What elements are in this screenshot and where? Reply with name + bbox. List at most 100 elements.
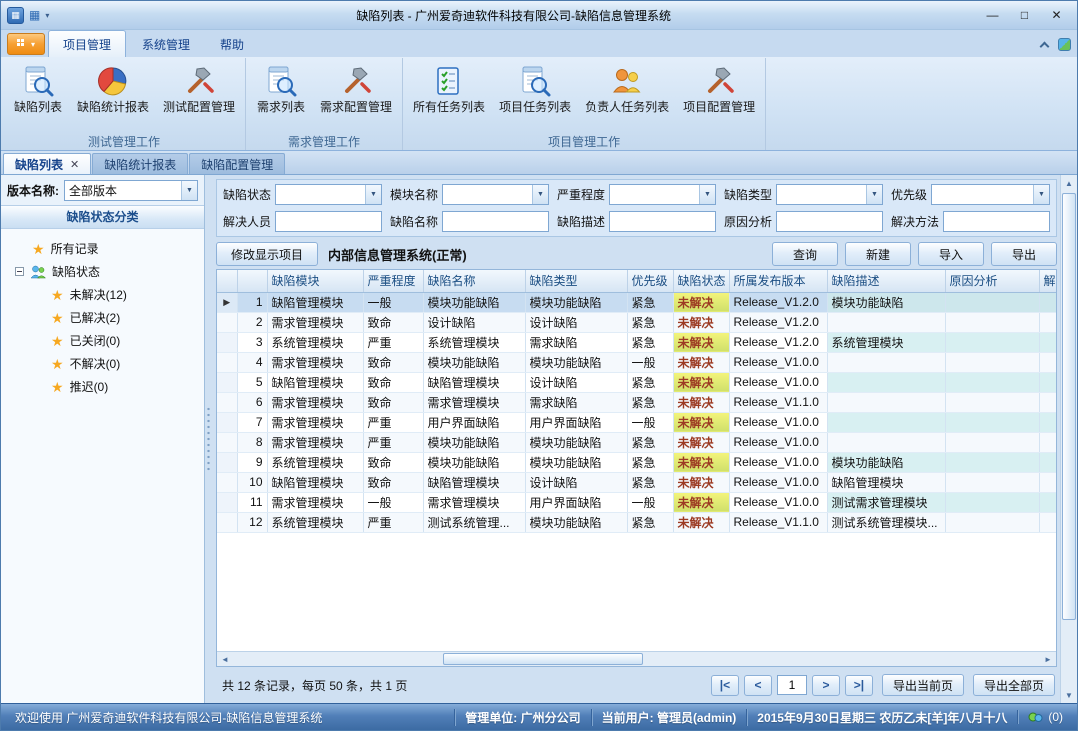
table-row[interactable]: 5缺陷管理模块致命缺陷管理模块设计缺陷紧急未解决Release_V1.0.0 (217, 372, 1056, 392)
chevron-down-icon[interactable]: ▼ (181, 181, 197, 200)
filter-field[interactable] (777, 213, 882, 230)
chevron-down-icon[interactable]: ▼ (532, 185, 548, 204)
collapse-ribbon-icon[interactable] (1040, 42, 1050, 52)
filter-combo-r1-5[interactable]: ▼ (931, 184, 1050, 205)
filter-field[interactable] (443, 186, 532, 203)
filter-field[interactable] (610, 186, 699, 203)
maximize-button[interactable]: □ (1010, 5, 1039, 26)
ribbon-button-2-1[interactable]: 需求列表 (250, 62, 312, 116)
hscroll-thumb[interactable] (443, 653, 643, 665)
next-page-button[interactable]: > (812, 675, 840, 696)
ribbon-button-3-1[interactable]: 所有任务列表 (407, 62, 491, 116)
filter-input-r2-2[interactable] (442, 211, 549, 232)
table-row[interactable]: 10缺陷管理模块致命缺陷管理模块设计缺陷紧急未解决Release_V1.0.0缺… (217, 472, 1056, 492)
filter-field[interactable] (944, 213, 1049, 230)
filter-field[interactable] (610, 213, 715, 230)
ribbon-tab-1[interactable]: 项目管理 (48, 30, 126, 57)
tree-item-4[interactable]: ★已解决(2) (51, 306, 200, 329)
prev-page-button[interactable]: < (744, 675, 772, 696)
horizontal-scrollbar[interactable]: ◄ ► (217, 651, 1056, 666)
table-row[interactable]: 9系统管理模块致命模块功能缺陷模块功能缺陷紧急未解决Release_V1.0.0… (217, 452, 1056, 472)
new-button[interactable]: 新建 (845, 242, 911, 266)
chevron-down-icon[interactable]: ▼ (699, 185, 715, 204)
vertical-scrollbar[interactable]: ▲ ▼ (1060, 175, 1077, 703)
filter-input-r2-5[interactable] (943, 211, 1050, 232)
column-header-3[interactable]: 缺陷名称 (423, 270, 525, 292)
column-header-9[interactable]: 原因分析 (945, 270, 1039, 292)
chevron-down-icon[interactable]: ▼ (1033, 185, 1049, 204)
scroll-right-icon[interactable]: ► (1040, 652, 1056, 666)
first-page-button[interactable]: |< (711, 675, 739, 696)
column-header-1[interactable]: 缺陷模块 (267, 270, 363, 292)
filter-combo-r1-1[interactable]: ▼ (275, 184, 382, 205)
tree-item-3[interactable]: ★未解决(12) (51, 283, 200, 306)
page-number-input[interactable] (777, 675, 807, 695)
query-button[interactable]: 查询 (772, 242, 838, 266)
ribbon-button-1-3[interactable]: 测试配置管理 (157, 62, 241, 116)
ribbon-tab-3[interactable]: 帮助 (206, 31, 258, 57)
chevron-down-icon[interactable]: ▼ (866, 185, 882, 204)
filter-input-r2-4[interactable] (776, 211, 883, 232)
filter-input-r2-1[interactable] (275, 211, 382, 232)
doc-tab-1[interactable]: 缺陷列表✕ (3, 153, 91, 174)
app-menu-button[interactable]: ▾ (7, 33, 45, 55)
ribbon-button-1-1[interactable]: 缺陷列表 (7, 62, 69, 116)
ribbon-button-1-2[interactable]: 缺陷统计报表 (71, 62, 155, 116)
tree-item-2[interactable]: 缺陷状态 (15, 260, 200, 283)
ribbon-tab-2[interactable]: 系统管理 (128, 31, 204, 57)
filter-field[interactable] (443, 213, 548, 230)
skin-selector-icon[interactable] (1058, 38, 1071, 51)
collapse-icon[interactable] (15, 267, 24, 276)
filter-field[interactable] (276, 213, 381, 230)
filter-input-r2-3[interactable] (609, 211, 716, 232)
table-row[interactable]: 8需求管理模块严重模块功能缺陷模块功能缺陷紧急未解决Release_V1.0.0 (217, 432, 1056, 452)
import-button[interactable]: 导入 (918, 242, 984, 266)
table-row[interactable]: ▶1缺陷管理模块一般模块功能缺陷模块功能缺陷紧急未解决Release_V1.2.… (217, 292, 1056, 312)
filter-field[interactable] (777, 186, 866, 203)
table-row[interactable]: 4需求管理模块致命模块功能缺陷模块功能缺陷一般未解决Release_V1.0.0 (217, 352, 1056, 372)
scroll-up-icon[interactable]: ▲ (1061, 175, 1077, 191)
filter-field[interactable] (276, 186, 365, 203)
modify-columns-button[interactable]: 修改显示项目 (216, 242, 318, 266)
filter-combo-r1-4[interactable]: ▼ (776, 184, 883, 205)
last-page-button[interactable]: >| (845, 675, 873, 696)
ribbon-button-3-3[interactable]: 负责人任务列表 (579, 62, 675, 116)
chevron-down-icon[interactable]: ▼ (365, 185, 381, 204)
table-row[interactable]: 2需求管理模块致命设计缺陷设计缺陷紧急未解决Release_V1.2.0 (217, 312, 1056, 332)
table-row[interactable]: 7需求管理模块严重用户界面缺陷用户界面缺陷一般未解决Release_V1.0.0 (217, 412, 1056, 432)
tree-item-6[interactable]: ★不解决(0) (51, 352, 200, 375)
ribbon-button-3-2[interactable]: 项目任务列表 (493, 62, 577, 116)
table-row[interactable]: 12系统管理模块严重测试系统管理...模块功能缺陷紧急未解决Release_V1… (217, 512, 1056, 532)
filter-field[interactable] (932, 186, 1033, 203)
column-header-2[interactable]: 严重程度 (363, 270, 423, 292)
doc-tab-2[interactable]: 缺陷统计报表 (92, 153, 188, 174)
version-combobox[interactable]: 全部版本 ▼ (64, 180, 198, 201)
table-row[interactable]: 3系统管理模块严重系统管理模块需求缺陷紧急未解决Release_V1.2.0系统… (217, 332, 1056, 352)
vscroll-thumb[interactable] (1062, 193, 1076, 620)
scroll-down-icon[interactable]: ▼ (1061, 687, 1077, 703)
tree-item-7[interactable]: ★推迟(0) (51, 375, 200, 398)
export-button[interactable]: 导出 (991, 242, 1057, 266)
column-header-6[interactable]: 缺陷状态 (673, 270, 729, 292)
quick-access-icon[interactable]: ▦ (29, 8, 40, 22)
sidebar-splitter[interactable] (205, 175, 212, 703)
tree-item-5[interactable]: ★已关闭(0) (51, 329, 200, 352)
ribbon-button-2-2[interactable]: 需求配置管理 (314, 62, 398, 116)
scroll-left-icon[interactable]: ◄ (217, 652, 233, 666)
filter-combo-r1-2[interactable]: ▼ (442, 184, 549, 205)
tree-item-1[interactable]: ★所有记录 (15, 237, 200, 260)
column-header-8[interactable]: 缺陷描述 (827, 270, 945, 292)
filter-combo-r1-3[interactable]: ▼ (609, 184, 716, 205)
column-header-7[interactable]: 所属发布版本 (729, 270, 827, 292)
ribbon-button-3-4[interactable]: 项目配置管理 (677, 62, 761, 116)
close-button[interactable]: ✕ (1042, 5, 1071, 26)
minimize-button[interactable]: — (978, 5, 1007, 26)
export-current-page-button[interactable]: 导出当前页 (882, 674, 964, 696)
table-row[interactable]: 11需求管理模块一般需求管理模块用户界面缺陷一般未解决Release_V1.0.… (217, 492, 1056, 512)
close-tab-icon[interactable]: ✕ (70, 158, 79, 171)
table-row[interactable]: 6需求管理模块致命需求管理模块需求缺陷紧急未解决Release_V1.1.0 (217, 392, 1056, 412)
column-header-5[interactable]: 优先级 (627, 270, 673, 292)
column-header-10[interactable]: 解决 (1039, 270, 1056, 292)
column-header-4[interactable]: 缺陷类型 (525, 270, 627, 292)
doc-tab-3[interactable]: 缺陷配置管理 (189, 153, 285, 174)
